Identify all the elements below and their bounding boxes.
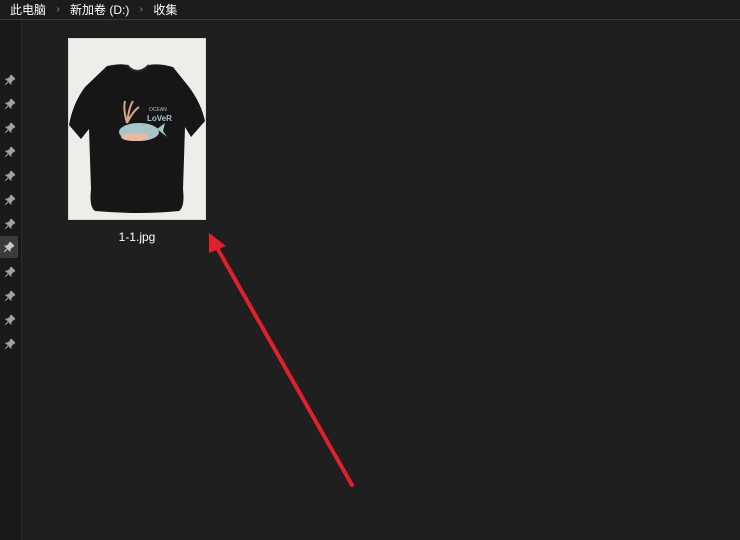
red-arrow-annotation <box>209 233 354 487</box>
